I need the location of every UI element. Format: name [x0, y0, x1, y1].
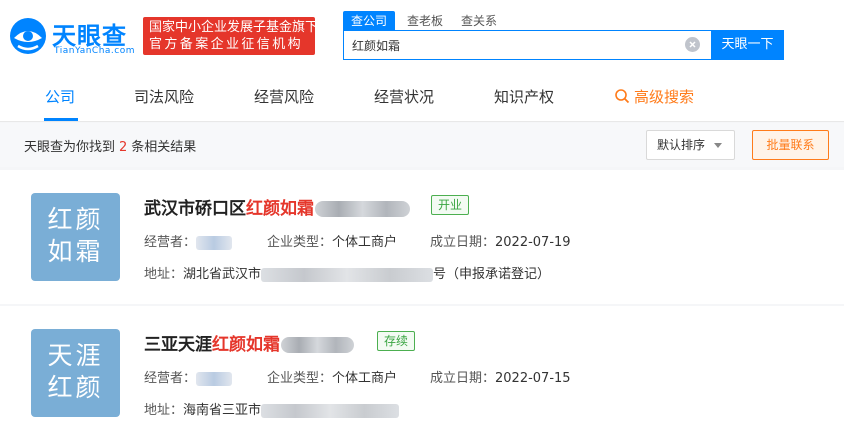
- address-row: 地址：湖北省武汉市 号（申报承诺登记）: [144, 263, 550, 282]
- company-name-link[interactable]: 武汉市硚口区红颜如霜: [144, 194, 410, 219]
- address-label: 地址：: [144, 267, 184, 282]
- company-name-highlight: 红颜如霜: [212, 335, 280, 355]
- logo-domain: TianYanCha.com: [54, 46, 136, 56]
- company-name-prefix: 三亚天涯: [144, 335, 212, 355]
- logo-eye-icon: [10, 18, 46, 54]
- date-value: 2022-07-15: [495, 371, 571, 386]
- address-value: 湖北省武汉市: [183, 267, 262, 282]
- type-value: 个体工商户: [332, 235, 398, 250]
- type-field: 企业类型：个体工商户: [267, 367, 397, 386]
- redacted-operator: [196, 371, 233, 386]
- company-card[interactable]: 天涯 红颜 三亚天涯红颜如霜 存续 经营者： 企业类型：个体工商户 成立日期：2…: [0, 306, 844, 440]
- result-count-text: 天眼查为你找到 2 条相关结果: [24, 136, 196, 155]
- result-bar: 天眼查为你找到 2 条相关结果 默认排序 批量联系: [0, 123, 844, 167]
- close-icon: [689, 41, 696, 48]
- company-name-highlight: 红颜如霜: [246, 199, 314, 219]
- official-badge: 国家中小企业发展子基金旗下 官方备案企业征信机构: [143, 17, 319, 55]
- type-value: 个体工商户: [332, 371, 398, 386]
- date-field: 成立日期：2022-07-19: [430, 231, 571, 250]
- search-icon: [615, 89, 630, 104]
- tab-intellectual-property[interactable]: 知识产权: [494, 70, 554, 122]
- redacted-address: [261, 267, 434, 282]
- result-count: 2: [119, 140, 128, 155]
- tianyancha-logo[interactable]: 天眼查 TianYanCha.com: [8, 14, 138, 58]
- search-input[interactable]: [344, 31, 710, 59]
- avatar-line-2: 如霜: [47, 237, 104, 266]
- tab-search-relation[interactable]: 查关系: [461, 11, 497, 31]
- active-tab-indicator: [44, 118, 78, 121]
- company-avatar[interactable]: 天涯 红颜: [31, 329, 120, 417]
- company-avatar[interactable]: 红颜 如霜: [31, 193, 120, 281]
- top-header: 天眼查 TianYanCha.com 国家中小企业发展子基金旗下 官方备案企业征…: [0, 0, 844, 70]
- date-label: 成立日期：: [430, 235, 496, 250]
- redacted-address: [261, 403, 400, 418]
- tab-business-status[interactable]: 经营状况: [374, 70, 434, 122]
- status-badge: 开业: [431, 195, 470, 215]
- date-label: 成立日期：: [430, 371, 496, 386]
- address-value: 海南省三亚市: [183, 403, 262, 418]
- company-card[interactable]: 红颜 如霜 武汉市硚口区红颜如霜 开业 经营者： 企业类型：个体工商户 成立日期…: [0, 170, 844, 304]
- tab-business-risk[interactable]: 经营风险: [254, 70, 314, 122]
- category-nav: 公司 司法风险 经营风险 经营状况 知识产权 高级搜索: [0, 70, 844, 122]
- redacted-name: [281, 337, 354, 353]
- redacted-name: [315, 201, 410, 217]
- address-label: 地址：: [144, 403, 184, 418]
- advanced-search-link[interactable]: 高级搜索: [614, 70, 694, 122]
- badge-line-2: 官方备案企业征信机构: [149, 37, 304, 52]
- chevron-down-icon: [714, 143, 722, 148]
- tab-company[interactable]: 公司: [45, 70, 75, 122]
- address-suffix: 号（申报承诺登记）: [433, 267, 551, 282]
- operator-label: 经营者：: [144, 371, 197, 386]
- type-label: 企业类型：: [267, 235, 333, 250]
- avatar-line-2: 红颜: [47, 373, 104, 402]
- avatar-line-1: 天涯: [47, 341, 104, 370]
- clear-icon[interactable]: [685, 37, 700, 52]
- type-field: 企业类型：个体工商户: [267, 231, 397, 250]
- avatar-line-1: 红颜: [47, 205, 104, 234]
- operator-field: 经营者：: [144, 231, 233, 250]
- advanced-search-label: 高级搜索: [634, 88, 695, 106]
- tab-judicial-risk[interactable]: 司法风险: [134, 70, 194, 122]
- search-box: 天眼一下: [343, 30, 784, 60]
- result-prefix: 天眼查为你找到: [24, 140, 116, 155]
- operator-field: 经营者：: [144, 367, 233, 386]
- batch-contact-button[interactable]: 批量联系: [752, 130, 829, 160]
- address-row: 地址：海南省三亚市: [144, 399, 400, 418]
- company-name-prefix: 武汉市硚口区: [144, 199, 246, 219]
- date-field: 成立日期：2022-07-15: [430, 367, 571, 386]
- tab-search-company[interactable]: 查公司: [343, 11, 396, 31]
- badge-line-1: 国家中小企业发展子基金旗下: [149, 20, 319, 35]
- status-badge: 存续: [377, 331, 416, 351]
- operator-label: 经营者：: [144, 235, 197, 250]
- type-label: 企业类型：: [267, 371, 333, 386]
- redacted-operator: [196, 235, 233, 250]
- sort-dropdown[interactable]: 默认排序: [646, 130, 735, 160]
- result-suffix: 条相关结果: [131, 140, 197, 155]
- tab-search-boss[interactable]: 查老板: [407, 11, 443, 31]
- search-button[interactable]: 天眼一下: [711, 30, 784, 60]
- company-name-link[interactable]: 三亚天涯红颜如霜: [144, 330, 354, 355]
- date-value: 2022-07-19: [495, 235, 571, 250]
- sort-label: 默认排序: [657, 138, 706, 152]
